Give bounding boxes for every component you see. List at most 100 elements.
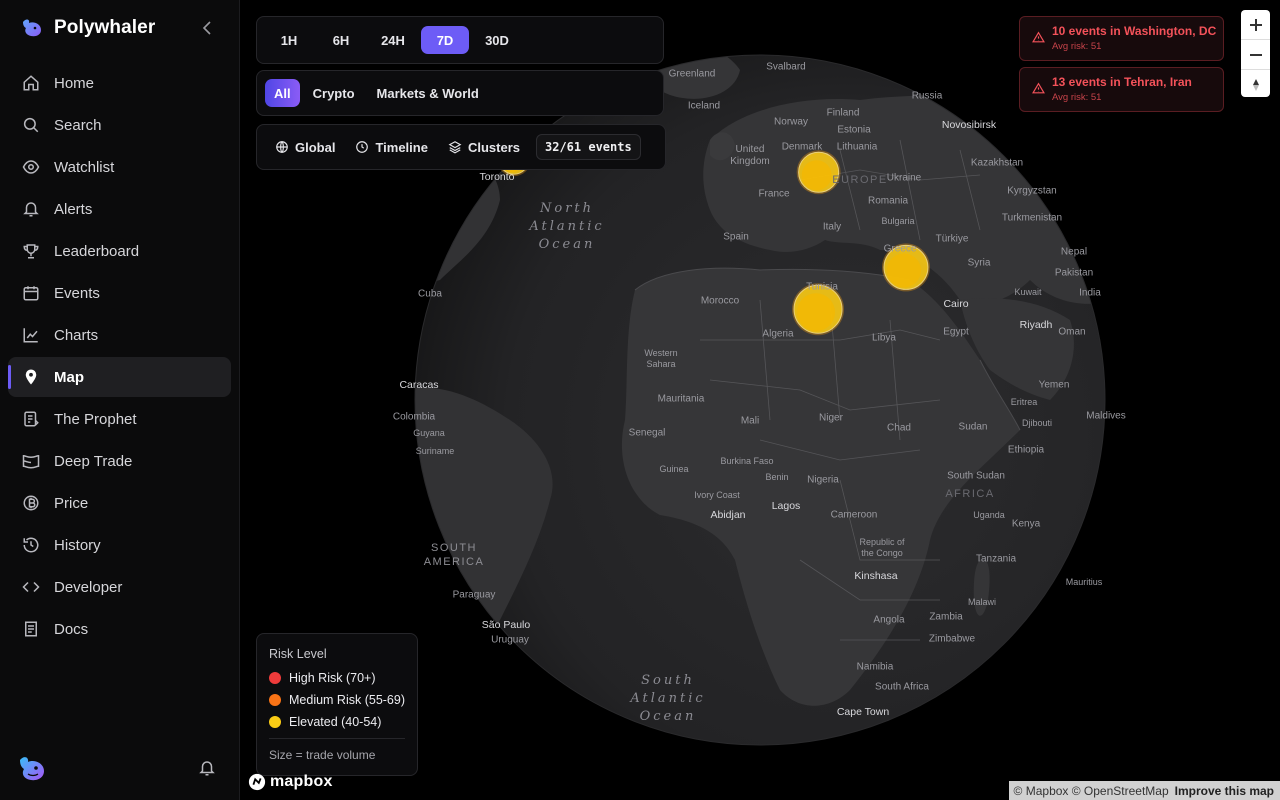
place-label: Cape Town xyxy=(836,706,890,718)
cluster-alert[interactable]: 10 events in Washington, DC Avg risk: 51 xyxy=(1019,16,1224,61)
sidebar-item-developer[interactable]: Developer xyxy=(8,567,231,607)
alert-title: 13 events in Tehran, Iran xyxy=(1052,75,1192,89)
zoom-out-button[interactable] xyxy=(1241,40,1270,70)
chevron-left-icon xyxy=(202,21,211,35)
legend-dot xyxy=(269,672,281,684)
legend-title: Risk Level xyxy=(269,647,327,661)
brand[interactable]: Polywhaler xyxy=(20,14,155,42)
place-label: Eritrea xyxy=(1010,397,1038,407)
place-label: Libya xyxy=(872,332,896,344)
ocean-label: South Atlantic Ocean xyxy=(630,673,706,724)
view-clusters-button[interactable]: Clusters xyxy=(440,133,528,161)
alert-title: 10 events in Washington, DC xyxy=(1052,24,1217,38)
view-global-button[interactable]: Global xyxy=(267,133,343,161)
mapbox-logo[interactable]: mapbox xyxy=(248,773,333,791)
place-label: Nepal xyxy=(1060,246,1088,258)
code-icon xyxy=(22,578,40,596)
category-crypto-button[interactable]: Crypto xyxy=(304,79,364,107)
warning-icon xyxy=(1032,82,1045,94)
category-markets-world-button[interactable]: Markets & World xyxy=(368,79,488,107)
place-label: Djibouti xyxy=(1021,418,1053,428)
legend-label: Medium Risk (55-69) xyxy=(289,693,406,707)
sidebar-item-map[interactable]: Map xyxy=(8,357,231,397)
notifications-button[interactable] xyxy=(198,759,216,777)
time-range-30d-button[interactable]: 30D xyxy=(473,26,521,54)
zoom-in-button[interactable] xyxy=(1241,10,1270,40)
reset-bearing-button[interactable] xyxy=(1241,70,1270,99)
place-label: Finland xyxy=(826,107,860,119)
attribution-text[interactable]: © Mapbox © OpenStreetMap xyxy=(1014,784,1169,798)
sidebar-item-label: Docs xyxy=(54,620,89,638)
place-label: Colombia xyxy=(392,411,436,423)
place-label: Cuba xyxy=(418,288,442,300)
sidebar-item-history[interactable]: History xyxy=(8,525,231,565)
map-pin-icon xyxy=(22,368,40,386)
place-label: Guyana xyxy=(413,428,445,438)
place-label: Zambia xyxy=(929,611,963,623)
deep-trade-icon xyxy=(22,452,40,470)
place-label: São Paulo xyxy=(481,619,531,631)
plus-icon xyxy=(1249,18,1262,31)
eye-icon xyxy=(22,158,40,176)
legend-dot xyxy=(269,716,281,728)
trophy-icon xyxy=(22,242,40,260)
place-label: Turkmenistan xyxy=(1001,212,1063,224)
place-label: Italy xyxy=(822,221,842,233)
place-label: Estonia xyxy=(837,124,871,136)
time-range-1h-button[interactable]: 1H xyxy=(265,26,313,54)
sidebar-item-label: Watchlist xyxy=(54,158,115,176)
time-range-24h-button[interactable]: 24H xyxy=(369,26,417,54)
sidebar-item-leaderboard[interactable]: Leaderboard xyxy=(8,231,231,271)
place-label: Yemen xyxy=(1038,379,1070,391)
sidebar-item-watchlist[interactable]: Watchlist xyxy=(8,147,231,187)
sidebar-item-alerts[interactable]: Alerts xyxy=(8,189,231,229)
whale-logo-icon xyxy=(23,19,41,37)
sidebar: Polywhaler Home Search Watchlist Alerts … xyxy=(0,0,240,800)
world-map[interactable]: North Atlantic Ocean South Atlantic Ocea… xyxy=(240,0,1280,800)
place-label: India xyxy=(1079,287,1101,299)
category-all-button[interactable]: All xyxy=(265,79,300,107)
history-icon xyxy=(22,536,40,554)
place-label: Syria xyxy=(967,257,991,269)
place-label: Kinshasa xyxy=(854,570,898,582)
whale-mascot-icon[interactable] xyxy=(16,752,48,784)
place-label: Republic of the Congo xyxy=(859,537,905,558)
legend-label: High Risk (70+) xyxy=(289,671,376,685)
sidebar-item-docs[interactable]: Docs xyxy=(8,609,231,649)
sidebar-item-deep-trade[interactable]: Deep Trade xyxy=(8,441,231,481)
region-label: SOUTH AMERICA xyxy=(423,542,485,568)
time-range-selector: 1H 6H 24H 7D 30D xyxy=(256,16,664,64)
place-label: France xyxy=(758,188,790,200)
map-zoom-controls xyxy=(1241,10,1270,97)
time-range-7d-button[interactable]: 7D xyxy=(421,26,469,54)
sidebar-item-the-prophet[interactable]: The Prophet xyxy=(8,399,231,439)
ocean-label: North Atlantic Ocean xyxy=(529,201,605,252)
improve-map-link[interactable]: Improve this map xyxy=(1175,784,1274,798)
place-label: Cairo xyxy=(943,298,969,310)
place-label: Burkina Faso xyxy=(720,456,774,466)
place-label: Oman xyxy=(1058,326,1086,338)
legend-item: Medium Risk (55-69) xyxy=(269,693,405,707)
time-range-6h-button[interactable]: 6H xyxy=(317,26,365,54)
place-label: Namibia xyxy=(856,661,894,673)
place-label: Lithuania xyxy=(836,141,878,153)
sidebar-item-search[interactable]: Search xyxy=(8,105,231,145)
place-label: Bulgaria xyxy=(881,216,915,226)
place-label: Tunisia xyxy=(806,281,838,293)
place-label: Lagos xyxy=(771,500,801,512)
cluster-alert[interactable]: 13 events in Tehran, Iran Avg risk: 51 xyxy=(1019,67,1224,112)
sidebar-item-label: Leaderboard xyxy=(54,242,140,260)
sidebar-item-label: Price xyxy=(54,494,89,512)
sidebar-item-events[interactable]: Events xyxy=(8,273,231,313)
collapse-sidebar-button[interactable] xyxy=(198,18,216,38)
sidebar-item-home[interactable]: Home xyxy=(8,63,231,103)
sidebar-item-label: Events xyxy=(54,284,100,302)
event-count-badge: 32/61 events xyxy=(536,134,641,160)
view-timeline-button[interactable]: Timeline xyxy=(347,133,436,161)
sidebar-item-charts[interactable]: Charts xyxy=(8,315,231,355)
sidebar-item-price[interactable]: Price xyxy=(8,483,231,523)
place-label: Morocco xyxy=(700,295,740,307)
place-label: Greenland xyxy=(668,68,716,80)
place-label: Chad xyxy=(887,422,911,434)
place-label: Riyadh xyxy=(1019,319,1053,331)
